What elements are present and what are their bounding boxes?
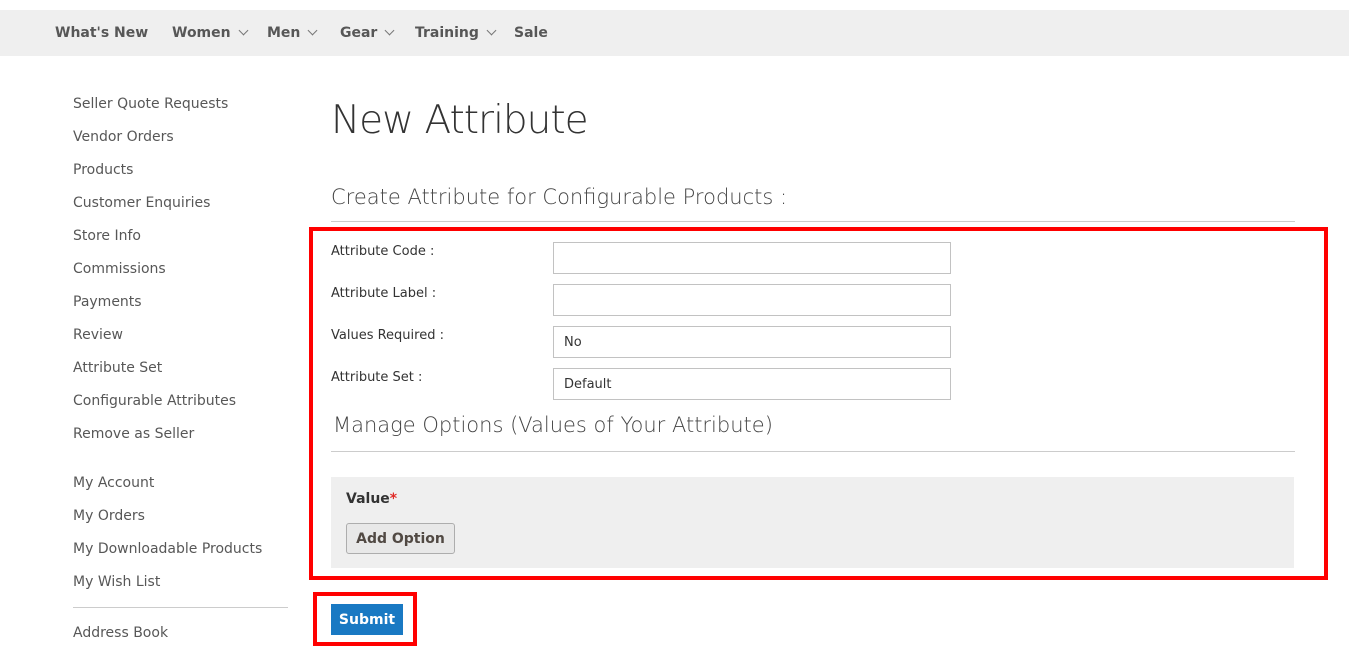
- sidebar-item-payments[interactable]: Payments: [73, 293, 142, 311]
- attribute-set-label: Attribute Set :: [331, 370, 423, 385]
- sidebar-item-my-downloadable-products[interactable]: My Downloadable Products: [73, 540, 262, 558]
- sidebar-item-products[interactable]: Products: [73, 161, 133, 179]
- sidebar-item-my-orders[interactable]: My Orders: [73, 507, 145, 525]
- manage-options-title: Manage Options (Values of Your Attribute…: [333, 413, 773, 437]
- chevron-down-icon: [384, 25, 395, 36]
- sidebar-item-address-book[interactable]: Address Book: [73, 624, 168, 642]
- top-navigation: What's New Women Men Gear Training Sale: [0, 10, 1349, 56]
- chevron-down-icon: [307, 25, 318, 36]
- sidebar-item-store-info[interactable]: Store Info: [73, 227, 141, 245]
- attribute-label-input[interactable]: [553, 284, 951, 316]
- value-label: Value*: [346, 491, 397, 507]
- sidebar-item-my-account[interactable]: My Account: [73, 474, 154, 492]
- sidebar-divider: [73, 607, 288, 608]
- page-title: New Attribute: [331, 98, 589, 143]
- sidebar-item-remove-as-seller[interactable]: Remove as Seller: [73, 425, 194, 443]
- nav-men[interactable]: Men: [267, 10, 318, 56]
- nav-whats-new[interactable]: What's New: [55, 10, 148, 56]
- divider: [331, 221, 1295, 222]
- nav-label: Men: [267, 25, 301, 41]
- chevron-down-icon: [238, 25, 249, 36]
- nav-women[interactable]: Women: [172, 10, 249, 56]
- attribute-label-label: Attribute Label :: [331, 286, 437, 301]
- sidebar-item-my-wish-list[interactable]: My Wish List: [73, 573, 160, 591]
- value-label-text: Value: [346, 491, 390, 507]
- options-panel: [331, 477, 1294, 568]
- attribute-code-label: Attribute Code :: [331, 244, 435, 259]
- required-mark: *: [389, 491, 398, 507]
- nav-label: Women: [172, 25, 231, 41]
- sidebar-item-attribute-set[interactable]: Attribute Set: [73, 359, 162, 377]
- sidebar-item-customer-enquiries[interactable]: Customer Enquiries: [73, 194, 210, 212]
- values-required-label: Values Required :: [331, 328, 444, 343]
- nav-label: Sale: [514, 25, 548, 41]
- nav-label: Training: [415, 25, 479, 41]
- values-required-select[interactable]: No: [553, 326, 951, 358]
- attribute-set-select[interactable]: Default: [553, 368, 951, 400]
- add-option-button[interactable]: Add Option: [346, 523, 455, 554]
- nav-training[interactable]: Training: [415, 10, 497, 56]
- sidebar-item-seller-quote-requests[interactable]: Seller Quote Requests: [73, 95, 228, 113]
- nav-sale[interactable]: Sale: [514, 10, 548, 56]
- sidebar-item-configurable-attributes[interactable]: Configurable Attributes: [73, 392, 236, 410]
- sidebar-item-commissions[interactable]: Commissions: [73, 260, 166, 278]
- divider: [331, 451, 1295, 452]
- submit-button[interactable]: Submit: [331, 604, 403, 635]
- nav-label: Gear: [340, 25, 378, 41]
- chevron-down-icon: [486, 25, 497, 36]
- sidebar-item-vendor-orders[interactable]: Vendor Orders: [73, 128, 174, 146]
- nav-gear[interactable]: Gear: [340, 10, 395, 56]
- attribute-code-input[interactable]: [553, 242, 951, 274]
- nav-label: What's New: [55, 25, 149, 41]
- sidebar-item-review[interactable]: Review: [73, 326, 123, 344]
- section-title: Create Attribute for Configurable Produc…: [331, 185, 788, 209]
